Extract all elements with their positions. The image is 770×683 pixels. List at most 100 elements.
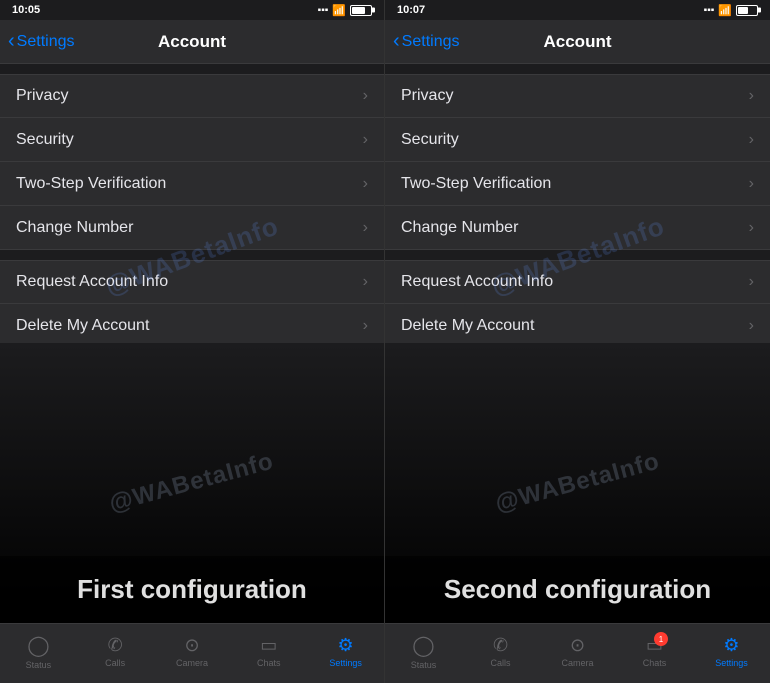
battery-fill-right — [738, 7, 748, 14]
tab-camera-right[interactable]: ⊙ Camera — [553, 635, 603, 668]
privacy-label-right: Privacy — [401, 87, 453, 105]
tab-bar-right: ◯ Status ✆ Calls ⊙ Camera ▭ 1 Chats ⚙ Se… — [385, 623, 770, 683]
left-screen: 10:05 ▪▪▪ 📶 ‹ Settings Account @WABetaIn… — [0, 0, 385, 683]
camera-icon-right: ⊙ — [570, 635, 585, 656]
settings-icon-left: ⚙ — [338, 635, 354, 656]
settings-label-left: Settings — [329, 658, 362, 668]
tab-calls-left[interactable]: ✆ Calls — [90, 635, 140, 668]
back-button-right[interactable]: ‹ Settings — [393, 32, 459, 51]
tab-camera-left[interactable]: ⊙ Camera — [167, 635, 217, 668]
wifi-icon-left: 📶 — [332, 4, 346, 17]
change-number-label-left: Change Number — [16, 219, 133, 237]
camera-label-left: Camera — [176, 658, 208, 668]
privacy-item-left[interactable]: Privacy › — [0, 74, 384, 118]
request-info-label-left: Request Account Info — [16, 273, 168, 291]
signal-icon-right: ▪▪▪ — [704, 5, 715, 16]
two-step-item-right[interactable]: Two-Step Verification › — [385, 162, 770, 206]
nav-bar-right: ‹ Settings Account — [385, 20, 770, 64]
privacy-chevron-left: › — [363, 87, 368, 105]
wifi-icon-right: 📶 — [718, 4, 732, 17]
tab-bar-left: ◯ Status ✆ Calls ⊙ Camera ▭ Chats ⚙ Sett… — [0, 623, 384, 683]
tab-chats-left[interactable]: ▭ Chats — [244, 635, 294, 668]
request-info-chevron-left: › — [363, 273, 368, 291]
back-label-right: Settings — [402, 33, 460, 51]
change-number-item-left[interactable]: Change Number › — [0, 206, 384, 250]
watermark2-right: @WABetaInfo — [492, 448, 663, 519]
privacy-chevron-right: › — [749, 87, 754, 105]
request-info-label-right: Request Account Info — [401, 273, 553, 291]
time-right: 10:07 — [397, 4, 425, 16]
config-label-left: First configuration — [0, 556, 384, 623]
status-label-left: Status — [26, 660, 52, 670]
tab-calls-right[interactable]: ✆ Calls — [476, 635, 526, 668]
change-number-item-right[interactable]: Change Number › — [385, 206, 770, 250]
two-step-chevron-left: › — [363, 175, 368, 193]
security-item-right[interactable]: Security › — [385, 118, 770, 162]
back-button-left[interactable]: ‹ Settings — [8, 32, 74, 51]
tab-status-right[interactable]: ◯ Status — [399, 633, 449, 670]
nav-bar-left: ‹ Settings Account — [0, 20, 384, 64]
nav-title-right: Account — [544, 32, 612, 52]
privacy-item-right[interactable]: Privacy › — [385, 74, 770, 118]
privacy-label-left: Privacy — [16, 87, 68, 105]
nav-title-left: Account — [158, 32, 226, 52]
status-label-right: Status — [411, 660, 437, 670]
request-info-chevron-right: › — [749, 273, 754, 291]
settings-group-2-left: Request Account Info › Delete My Account… — [0, 260, 384, 348]
camera-icon-left: ⊙ — [184, 635, 199, 656]
settings-group-1-right: Privacy › Security › Two-Step Verificati… — [385, 74, 770, 250]
chats-label-left: Chats — [257, 658, 281, 668]
two-step-label-left: Two-Step Verification — [16, 175, 166, 193]
status-icon-left: ◯ — [27, 633, 49, 658]
indicators-right: ▪▪▪ 📶 — [704, 4, 758, 17]
status-bar-left: 10:05 ▪▪▪ 📶 — [0, 0, 384, 20]
tab-status-left[interactable]: ◯ Status — [13, 633, 63, 670]
delete-account-label-left: Delete My Account — [16, 317, 149, 335]
status-bar-right: 10:07 ▪▪▪ 📶 — [385, 0, 770, 20]
battery-left — [350, 5, 372, 16]
time-left: 10:05 — [12, 4, 40, 16]
chats-icon-left: ▭ — [260, 635, 277, 656]
chats-label-right: Chats — [643, 658, 667, 668]
indicators-left: ▪▪▪ 📶 — [318, 4, 372, 17]
calls-label-right: Calls — [490, 658, 510, 668]
settings-group-2-right: Request Account Info › Delete My Account… — [385, 260, 770, 348]
delete-account-item-right[interactable]: Delete My Account › — [385, 304, 770, 348]
security-label-left: Security — [16, 131, 74, 149]
tab-chats-right[interactable]: ▭ 1 Chats — [630, 635, 680, 668]
request-info-item-left[interactable]: Request Account Info › — [0, 260, 384, 304]
status-icon-right: ◯ — [412, 633, 434, 658]
chats-badge-right: 1 — [654, 632, 668, 646]
signal-icon-left: ▪▪▪ — [318, 5, 329, 16]
back-chevron-right: ‹ — [393, 31, 400, 51]
calls-icon-right: ✆ — [493, 635, 508, 656]
calls-icon-left: ✆ — [108, 635, 123, 656]
security-chevron-right: › — [749, 131, 754, 149]
security-label-right: Security — [401, 131, 459, 149]
change-number-label-right: Change Number — [401, 219, 518, 237]
delete-account-chevron-right: › — [749, 317, 754, 335]
two-step-label-right: Two-Step Verification — [401, 175, 551, 193]
camera-label-right: Camera — [561, 658, 593, 668]
change-number-chevron-right: › — [749, 219, 754, 237]
tab-settings-left[interactable]: ⚙ Settings — [321, 635, 371, 668]
back-label-left: Settings — [17, 33, 75, 51]
battery-right — [736, 5, 758, 16]
back-chevron-left: ‹ — [8, 31, 15, 51]
battery-fill-left — [352, 7, 365, 14]
security-chevron-left: › — [363, 131, 368, 149]
request-info-item-right[interactable]: Request Account Info › — [385, 260, 770, 304]
delete-account-label-right: Delete My Account — [401, 317, 534, 335]
two-step-item-left[interactable]: Two-Step Verification › — [0, 162, 384, 206]
change-number-chevron-left: › — [363, 219, 368, 237]
settings-label-right: Settings — [715, 658, 748, 668]
settings-group-1-left: Privacy › Security › Two-Step Verificati… — [0, 74, 384, 250]
security-item-left[interactable]: Security › — [0, 118, 384, 162]
right-screen: 10:07 ▪▪▪ 📶 ‹ Settings Account @WABetaIn… — [385, 0, 770, 683]
delete-account-item-left[interactable]: Delete My Account › — [0, 304, 384, 348]
watermark2-left: @WABetaInfo — [107, 448, 278, 519]
tab-settings-right[interactable]: ⚙ Settings — [707, 635, 757, 668]
two-step-chevron-right: › — [749, 175, 754, 193]
chats-icon-right: ▭ 1 — [646, 635, 663, 656]
config-label-right: Second configuration — [385, 556, 770, 623]
